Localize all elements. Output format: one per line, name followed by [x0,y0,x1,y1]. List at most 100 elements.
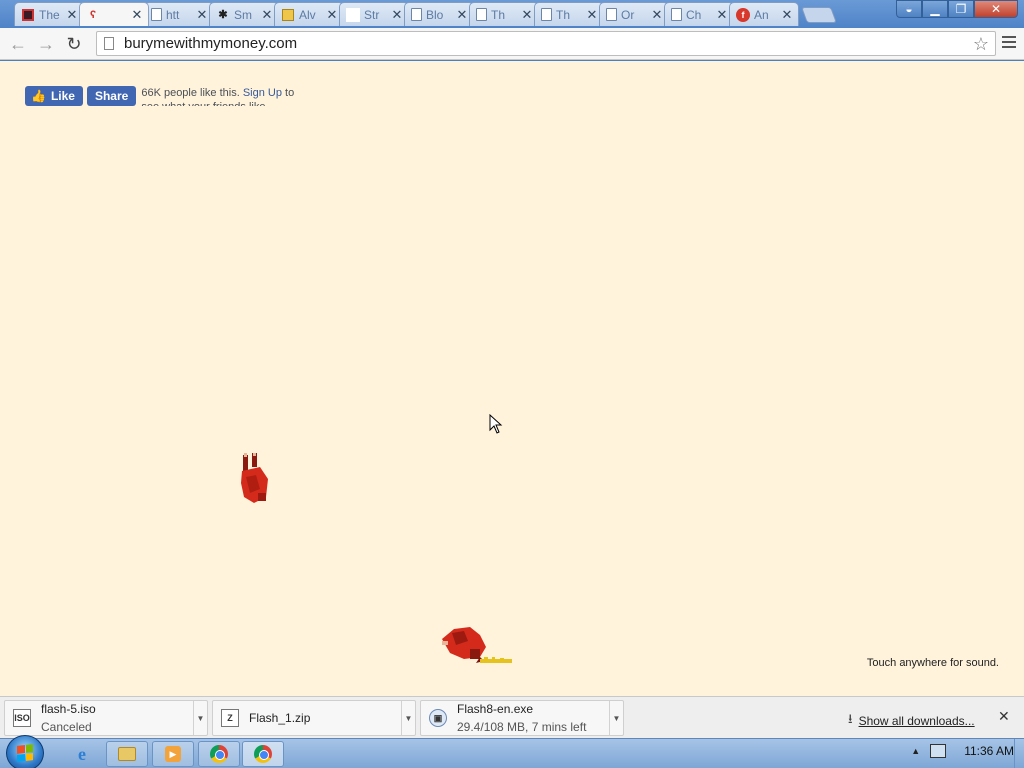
close-tab-icon[interactable]: ✕ [520,7,534,23]
facebook-like-button[interactable]: 👍 Like [25,86,83,106]
square-red-icon [21,8,35,22]
close-tab-icon[interactable]: ✕ [715,7,729,23]
tab-title: Th [491,7,506,22]
page-icon [476,8,487,21]
tab-6[interactable]: Blo ✕ [404,2,474,26]
falling-character-sprite [241,453,268,503]
download-menu-arrow-icon[interactable]: ▼ [193,701,207,735]
tab-title: The [39,7,60,22]
close-tab-icon[interactable]: ✕ [65,7,79,23]
facebook-share-button[interactable]: Share [86,86,137,106]
url-text: burymewithmymoney.com [124,35,298,52]
tab-1-active[interactable]: ʕ ✕ [79,2,149,26]
facebook-signup-link[interactable]: Sign Up [243,87,282,99]
network-icon[interactable] [930,744,947,758]
close-tab-icon[interactable]: ✕ [390,7,404,23]
new-tab-button[interactable] [801,7,837,23]
title-bar: The ✕ ʕ ✕ htt ✕ ✱ Sm ✕ Alv ✕ Str ✕ Blo ✕… [0,0,1024,28]
tab-10[interactable]: Ch ✕ [664,2,734,26]
tab-title: Th [556,7,571,22]
show-desktop-button[interactable] [1014,739,1024,768]
tab-7[interactable]: Th ✕ [469,2,539,26]
tab-title: Blo [426,7,444,22]
page-icon [606,8,617,21]
tab-9[interactable]: Or ✕ [599,2,669,26]
page-icon [411,8,422,21]
download-status: Canceled [41,720,92,734]
ribbon-icon: ʕ [89,8,97,21]
download-menu-arrow-icon[interactable]: ▼ [401,701,415,735]
start-button[interactable] [6,735,44,768]
close-tab-icon[interactable]: ✕ [455,7,469,23]
close-window-icon[interactable]: ✕ [974,0,1018,18]
facebook-like-widget: 👍 Like Share 66K people like this. Sign … [25,86,301,106]
tab-title: Ch [686,7,702,22]
media-player-icon[interactable]: ▶ [152,741,194,767]
download-filename: Flash8-en.exe [457,702,534,716]
close-tab-icon[interactable]: ✕ [195,7,209,23]
restore-icon[interactable]: ❐ [948,0,974,18]
tab-title: An [754,7,769,22]
tab-8[interactable]: Th ✕ [534,2,604,26]
page-info-icon[interactable] [104,37,114,50]
tab-0[interactable]: The ✕ [14,2,84,26]
exe-file-icon: ▣ [429,709,447,727]
show-all-downloads-link[interactable]: ⭳ Show all downloads... [848,710,975,732]
reload-icon[interactable]: ↻ [64,34,84,54]
close-tab-icon[interactable]: ✕ [325,7,339,23]
like-label: Like [50,89,75,103]
tab-11[interactable]: f An ✕ [729,2,799,26]
page-viewport[interactable]: 👍 Like Share 66K people like this. Sign … [0,61,1024,696]
tab-title: Or [621,7,635,22]
file-explorer-icon[interactable] [106,741,148,767]
facebook-like-text: 66K people like this. Sign Up to see wha… [141,86,301,106]
forward-arrow-icon[interactable]: → [36,34,56,54]
user-icon[interactable]: ◒ [896,0,922,18]
address-bar[interactable]: burymewithmymoney.com ☆ [96,31,996,56]
chrome-active-taskbar-icon[interactable] [242,741,284,767]
windows-logo-icon [17,744,33,762]
window-controls: ◒ ▁ ❐ ✕ [896,0,1018,18]
share-label: Share [94,89,129,103]
page-icon [151,8,162,21]
back-arrow-icon[interactable]: ← [8,34,28,54]
blank-icon [346,7,360,22]
tab-title: htt [166,7,180,22]
show-all-label: Show all downloads... [858,714,975,728]
close-tab-icon[interactable]: ✕ [585,7,599,23]
close-tab-icon[interactable]: ✕ [260,7,274,23]
browser-toolbar: ← → ↻ burymewithmymoney.com ☆ [0,28,1024,60]
tray-expand-icon[interactable]: ▲ [911,746,920,756]
download-item[interactable]: ISO flash-5.iso Canceled ▼ [4,700,208,736]
bookmark-star-icon[interactable]: ☆ [973,34,989,55]
octopus-icon: ✱ [218,9,228,21]
tab-3[interactable]: ✱ Sm ✕ [209,2,279,26]
download-arrow-icon: ⭳ [848,711,853,726]
tab-title: Alv [299,7,316,22]
tab-5[interactable]: Str ✕ [339,2,409,26]
menu-hamburger-icon[interactable] [1002,36,1016,50]
close-tab-icon[interactable]: ✕ [130,7,144,23]
tab-strip: The ✕ ʕ ✕ htt ✕ ✱ Sm ✕ Alv ✕ Str ✕ Blo ✕… [14,2,837,28]
internet-explorer-icon[interactable]: e [64,741,100,767]
download-filename: flash-5.iso [41,702,96,716]
download-item[interactable]: Z Flash_1.zip ▼ [212,700,416,736]
close-tab-icon[interactable]: ✕ [650,7,664,23]
yellow-box-icon [281,8,295,22]
tab-4[interactable]: Alv ✕ [274,2,344,26]
page-icon [541,8,552,21]
close-tab-icon[interactable]: ✕ [780,7,794,23]
sound-hint-text[interactable]: Touch anywhere for sound. [867,657,999,669]
download-status: 29.4/108 MB, 7 mins left [457,720,587,734]
page-icon [671,8,682,21]
zip-file-icon: Z [221,709,239,727]
download-menu-arrow-icon[interactable]: ▼ [609,701,623,735]
chrome-taskbar-icon[interactable] [198,741,240,767]
like-count-text: 66K people like this. [141,87,240,99]
tab-title: Str [364,7,380,22]
clock[interactable]: 11:36 AM [964,744,1014,758]
download-item[interactable]: ▣ Flash8-en.exe 29.4/108 MB, 7 mins left… [420,700,624,736]
close-downloads-icon[interactable]: ✕ [998,708,1010,725]
minimize-icon[interactable]: ▁ [922,0,948,18]
tab-2[interactable]: htt ✕ [144,2,214,26]
